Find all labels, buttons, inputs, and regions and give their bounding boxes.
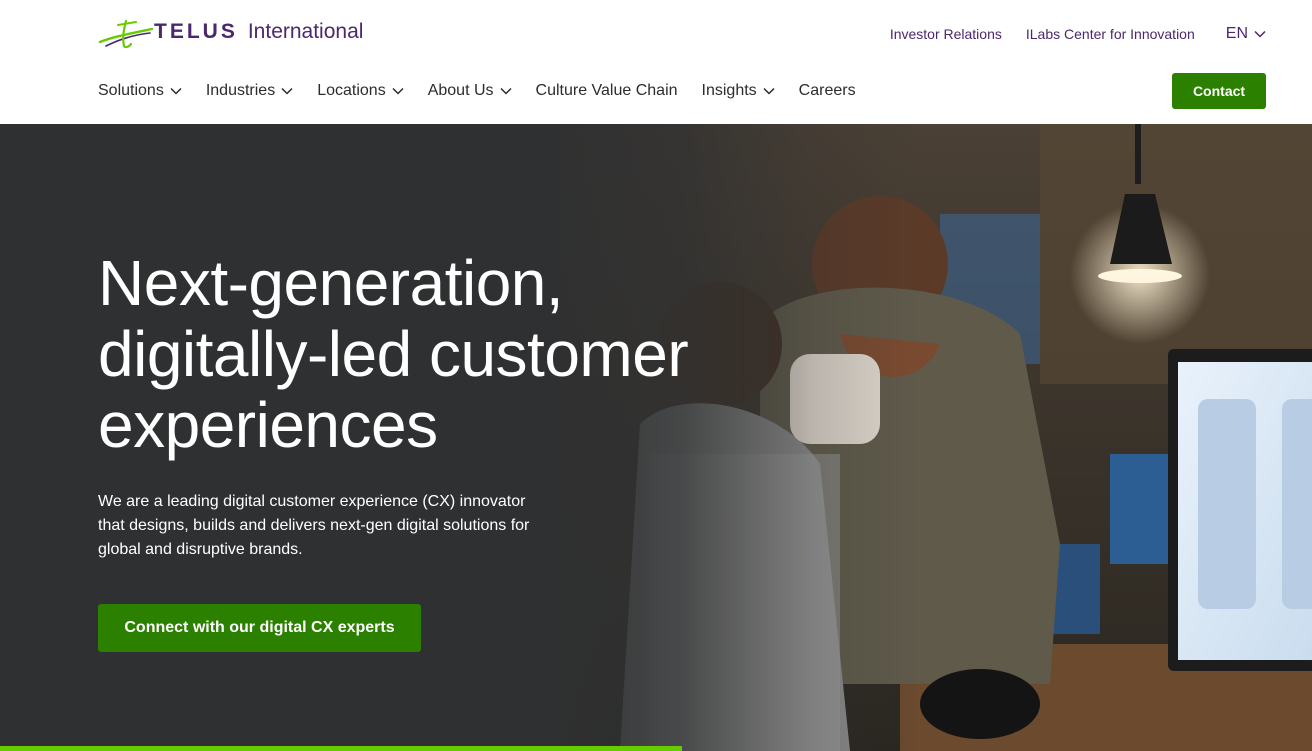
telus-international-logo[interactable]: TELUS International [98, 14, 363, 50]
main-nav: Solutions Industries Locations About Us … [98, 78, 880, 104]
chevron-down-icon [281, 87, 293, 95]
nav-item-insights[interactable]: Insights [702, 82, 775, 100]
chevron-down-icon [499, 87, 512, 95]
hero-title-line: Next-generation, [98, 247, 564, 319]
nav-item-label: Industries [205, 82, 276, 99]
nav-item-label: About Us [427, 82, 494, 99]
nav-item-industries[interactable]: Industries [206, 82, 293, 100]
logo-subtitle: International [247, 20, 364, 43]
telus-leaf-icon [98, 19, 154, 49]
hero-title-line: digitally-led customer [98, 318, 689, 390]
nav-item-careers[interactable]: Careers [799, 82, 856, 100]
hero-description: We are a leading digital customer experi… [98, 490, 578, 562]
nav-item-label: Careers [798, 82, 856, 99]
nav-item-label: Locations [317, 82, 386, 99]
utility-nav: Investor Relations ILabs Center for Inno… [866, 25, 1266, 43]
slide-progress-bar [0, 746, 683, 751]
nav-item-about-us[interactable]: About Us [428, 82, 512, 100]
nav-item-label: Insights [701, 82, 757, 99]
nav-item-label: Culture Value Chain [535, 82, 678, 99]
nav-item-solutions[interactable]: Solutions [98, 82, 182, 100]
chevron-down-icon [763, 87, 775, 95]
hero-description-line: global and disruptive brands. [98, 541, 303, 558]
nav-item-label: Solutions [98, 82, 164, 99]
ilabs-link[interactable]: ILabs Center for Innovation [1026, 26, 1195, 42]
chevron-down-icon [1254, 30, 1266, 38]
nav-item-culture-value-chain[interactable]: Culture Value Chain [536, 82, 678, 100]
nav-item-locations[interactable]: Locations [317, 82, 404, 100]
hero-banner: Next-generation, digitally-led customer … [0, 124, 1312, 751]
contact-button[interactable]: Contact [1172, 73, 1266, 109]
language-label: EN [1225, 25, 1248, 42]
hero-description-line: that designs, builds and delivers next-g… [98, 517, 530, 534]
investor-relations-link[interactable]: Investor Relations [890, 26, 1002, 42]
chevron-down-icon [392, 87, 404, 95]
connect-cx-experts-button[interactable]: Connect with our digital CX experts [98, 604, 421, 652]
chevron-down-icon [170, 87, 182, 95]
site-header: TELUS International Investor Relations I… [0, 0, 1312, 124]
hero-description-line: We are a leading digital customer experi… [98, 493, 526, 510]
logo-wordmark: TELUS [154, 20, 238, 43]
hero-title-line: experiences [98, 389, 438, 461]
language-selector[interactable]: EN [1226, 25, 1266, 43]
hero-title: Next-generation, digitally-led customer … [98, 248, 738, 461]
